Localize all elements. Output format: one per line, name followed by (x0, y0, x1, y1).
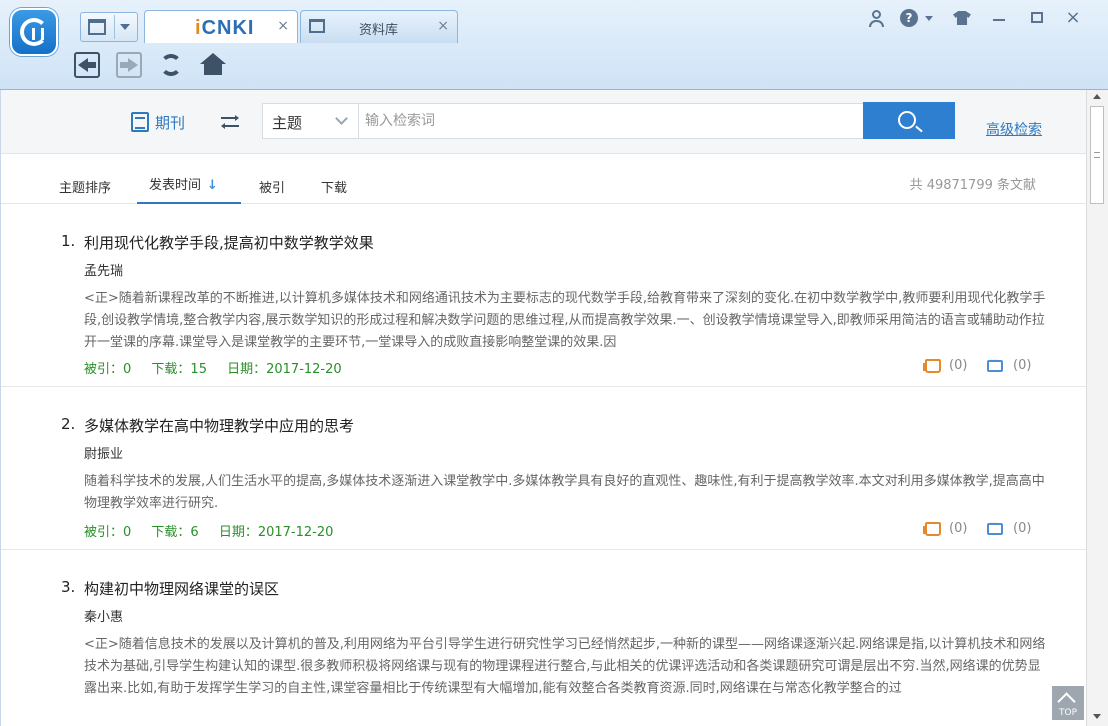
like-count: (0) (949, 358, 968, 373)
journal-label: 期刊 (155, 113, 186, 132)
cnki-logo: iCNKI (195, 17, 255, 39)
comment-count: (0) (1013, 521, 1032, 536)
close-tab-icon[interactable]: × (277, 18, 289, 34)
home-icon[interactable] (200, 52, 226, 78)
total-count: 共 49871799 条文献 (909, 178, 1036, 193)
result-abstract: <正>随着信息技术的发展以及计算机的普及,利用网络为平台引导学生进行研究性学习已… (84, 637, 1046, 696)
result-meta: 被引：0 下载：15 日期：2017-12-20 (84, 358, 358, 377)
comment-icon (987, 356, 1003, 372)
result-title[interactable]: 构建初中物理网络课堂的误区 (84, 578, 279, 599)
journal-button[interactable]: 期刊 (131, 110, 185, 134)
result-index: 1. (61, 232, 76, 250)
like-button[interactable]: (0) (923, 521, 968, 536)
search-button[interactable] (863, 102, 955, 139)
result-abstract: 随着科学技术的发展,人们生活水平的提高,多媒体技术逐渐进入课堂教学中.多媒体教学… (84, 474, 1045, 511)
result-cited: 被引：0 (84, 525, 132, 540)
library-icon (309, 19, 325, 33)
tab-library-label: 资料库 (359, 23, 399, 38)
sort-topic[interactable]: 主题排序 (59, 177, 111, 196)
result-item: 1. 利用现代化教学手段,提高初中数学教学效果 孟先瑞 <正>随着新课程改革的不… (1, 204, 1086, 387)
forward-icon[interactable] (116, 52, 142, 78)
result-meta: 被引：0 下载：6 日期：2017-12-20 (84, 521, 349, 540)
search-bar: 期刊 主题 高级检索 (1, 90, 1086, 154)
result-abstract: <正>随着新课程改革的不断推进,以计算机多媒体技术和网络通讯技术为主要标志的现代… (84, 291, 1046, 350)
app-logo-icon[interactable] (10, 8, 58, 56)
result-downloads: 下载：15 (151, 362, 207, 377)
chevron-down-icon (120, 24, 130, 30)
title-bar: iCNKI × 资料库 × ? × (0, 0, 1108, 90)
sort-download[interactable]: 下载 (321, 177, 347, 196)
back-to-top-button[interactable]: TOP (1052, 686, 1084, 720)
comment-icon (987, 519, 1003, 535)
tab-menu-button[interactable] (80, 12, 138, 42)
help-icon[interactable]: ? (898, 8, 938, 28)
result-date: 日期：2017-12-20 (227, 362, 342, 377)
comment-button[interactable]: (0) (987, 356, 1032, 373)
vertical-scrollbar[interactable] (1086, 90, 1108, 726)
scroll-down-icon[interactable] (1093, 714, 1101, 719)
result-cited: 被引：0 (84, 362, 132, 377)
advanced-search-link[interactable]: 高级检索 (986, 119, 1042, 139)
search-field-select[interactable]: 主题 (262, 103, 358, 139)
minimize-button[interactable] (988, 8, 1010, 28)
close-window-button[interactable]: × (1062, 8, 1084, 28)
content-area: 期刊 主题 高级检索 主题排序 发表时间 ↓ 被引 下载 共 49871799 条… (0, 90, 1086, 726)
tab-cnki[interactable]: iCNKI × (144, 10, 298, 43)
library-icon (88, 19, 106, 35)
search-field-value: 主题 (272, 114, 303, 132)
like-button[interactable]: (0) (923, 358, 968, 373)
scroll-up-icon[interactable] (1093, 94, 1101, 99)
comment-button[interactable]: (0) (987, 519, 1032, 536)
tab-library[interactable]: 资料库 × (300, 10, 458, 43)
back-to-top-label: TOP (1058, 708, 1077, 718)
refresh-icon[interactable] (158, 52, 184, 78)
sort-date-label: 发表时间 (149, 178, 202, 193)
result-author[interactable]: 尉振业 (84, 443, 123, 462)
result-date: 日期：2017-12-20 (218, 525, 334, 540)
search-icon (898, 111, 916, 129)
scroll-thumb[interactable] (1090, 106, 1104, 204)
sort-cited[interactable]: 被引 (259, 177, 285, 196)
search-input[interactable] (358, 103, 864, 139)
arrow-down-icon: ↓ (207, 178, 218, 193)
comment-count: (0) (1013, 358, 1032, 373)
thumbs-up-icon (923, 521, 941, 536)
result-author[interactable]: 孟先瑞 (84, 260, 123, 279)
close-tab-icon[interactable]: × (437, 18, 449, 34)
result-index: 3. (61, 578, 76, 596)
result-index: 2. (61, 415, 76, 433)
skin-icon[interactable] (951, 8, 973, 28)
sort-date[interactable]: 发表时间 ↓ (137, 174, 241, 204)
chevron-down-icon (335, 112, 348, 125)
result-downloads: 下载：6 (151, 525, 199, 540)
switch-icon[interactable] (221, 115, 239, 129)
journal-icon (131, 112, 149, 132)
thumbs-up-icon (923, 358, 941, 373)
sort-bar: 主题排序 发表时间 ↓ 被引 下载 共 49871799 条文献 (1, 154, 1086, 204)
back-icon[interactable] (74, 52, 100, 78)
maximize-button[interactable] (1026, 8, 1048, 28)
result-item: 3. 构建初中物理网络课堂的误区 秦小惠 <正>随着信息技术的发展以及计算机的普… (1, 550, 1086, 726)
user-icon[interactable] (866, 8, 888, 28)
like-count: (0) (949, 521, 968, 536)
result-item: 2. 多媒体教学在高中物理教学中应用的思考 尉振业 随着科学技术的发展,人们生活… (1, 387, 1086, 550)
result-title[interactable]: 多媒体教学在高中物理教学中应用的思考 (84, 415, 354, 436)
result-title[interactable]: 利用现代化教学手段,提高初中数学教学效果 (84, 232, 374, 253)
result-author[interactable]: 秦小惠 (84, 606, 123, 625)
